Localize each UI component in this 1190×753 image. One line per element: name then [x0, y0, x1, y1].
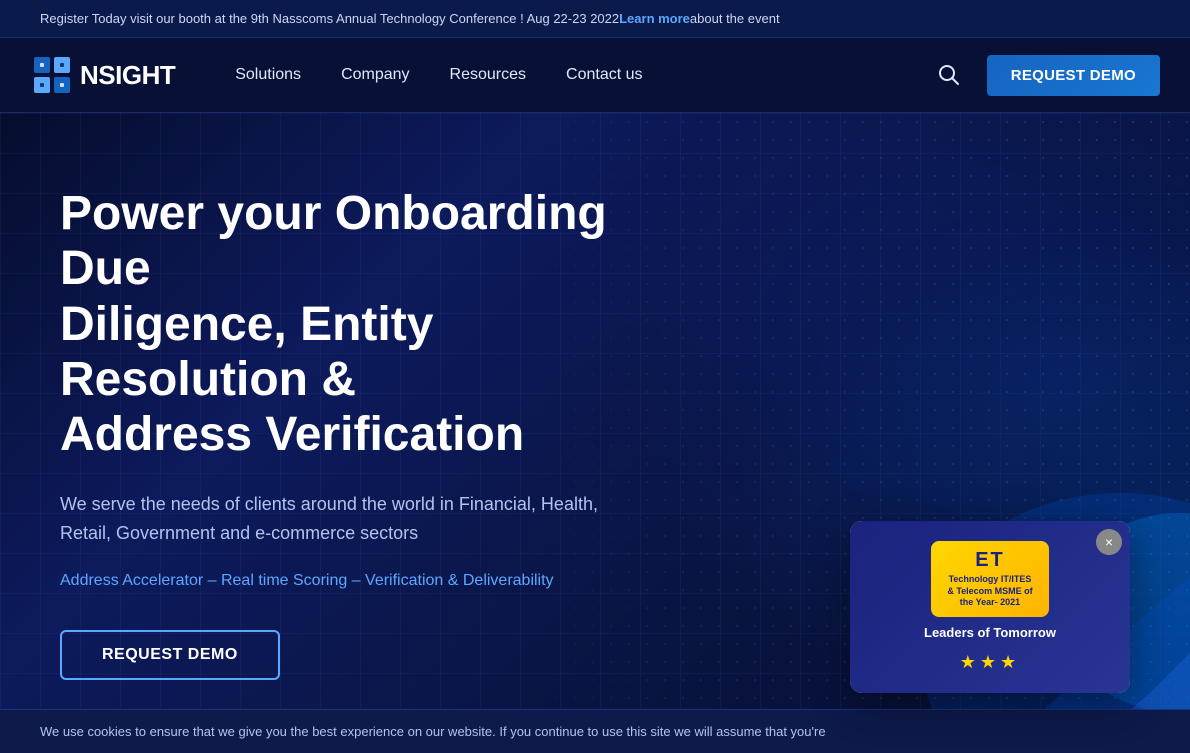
logo[interactable]: NSIGHT — [30, 53, 175, 97]
main-nav: NSIGHT Solutions Company Resources Conta… — [0, 38, 1190, 113]
nav-contact[interactable]: Contact us — [566, 66, 642, 84]
et-top-label: ET — [975, 549, 1005, 572]
et-badge: ET Technology IT/ITES& Telecom MSME ofth… — [931, 541, 1048, 617]
announcement-text-after: about the event — [690, 11, 780, 26]
hero-title-line1: Power your Onboarding Due — [60, 187, 607, 295]
popup-award-title: Leaders of Tomorrow — [924, 625, 1056, 640]
popup-stars: ★★★ — [960, 652, 1020, 673]
cookie-bar: We use cookies to ensure that we give yo… — [0, 709, 1190, 753]
search-icon — [938, 64, 960, 86]
announcement-text-before: Register Today visit our booth at the 9t… — [40, 11, 619, 26]
nav-solutions[interactable]: Solutions — [235, 66, 301, 84]
hero-title: Power your Onboarding Due Diligence, Ent… — [60, 186, 620, 462]
nav-right: REQUEST DEMO — [931, 55, 1160, 96]
search-button[interactable] — [931, 57, 967, 93]
cookie-text: We use cookies to ensure that we give yo… — [40, 724, 826, 739]
hero-title-line2: Diligence, Entity Resolution & — [60, 298, 433, 406]
et-sub-label: Technology IT/ITES& Telecom MSME ofthe Y… — [947, 574, 1032, 609]
learn-more-link[interactable]: Learn more — [619, 11, 690, 26]
hero-subtitle: We serve the needs of clients around the… — [60, 490, 620, 548]
hero-title-line3: Address Verification — [60, 408, 524, 461]
logo-icon — [30, 53, 74, 97]
nav-resources[interactable]: Resources — [450, 66, 526, 84]
hero-content: Power your Onboarding Due Diligence, Ent… — [0, 186, 680, 680]
hero-section: Power your Onboarding Due Diligence, Ent… — [0, 113, 1190, 753]
nav-links: Solutions Company Resources Contact us — [235, 66, 930, 84]
popup-logo-area: ET Technology IT/ITES& Telecom MSME ofth… — [850, 521, 1130, 693]
announcement-bar: Register Today visit our booth at the 9t… — [0, 0, 1190, 38]
hero-feature-link[interactable]: Address Accelerator – Real time Scoring … — [60, 572, 620, 590]
logo-text: NSIGHT — [80, 60, 175, 91]
hero-request-demo-button[interactable]: REQUEST DEMO — [60, 630, 280, 680]
popup-close-button[interactable]: × — [1096, 529, 1122, 555]
nav-request-demo-button[interactable]: REQUEST DEMO — [987, 55, 1160, 96]
nav-company[interactable]: Company — [341, 66, 409, 84]
award-popup: × ET Technology IT/ITES& Telecom MSME of… — [850, 521, 1130, 693]
